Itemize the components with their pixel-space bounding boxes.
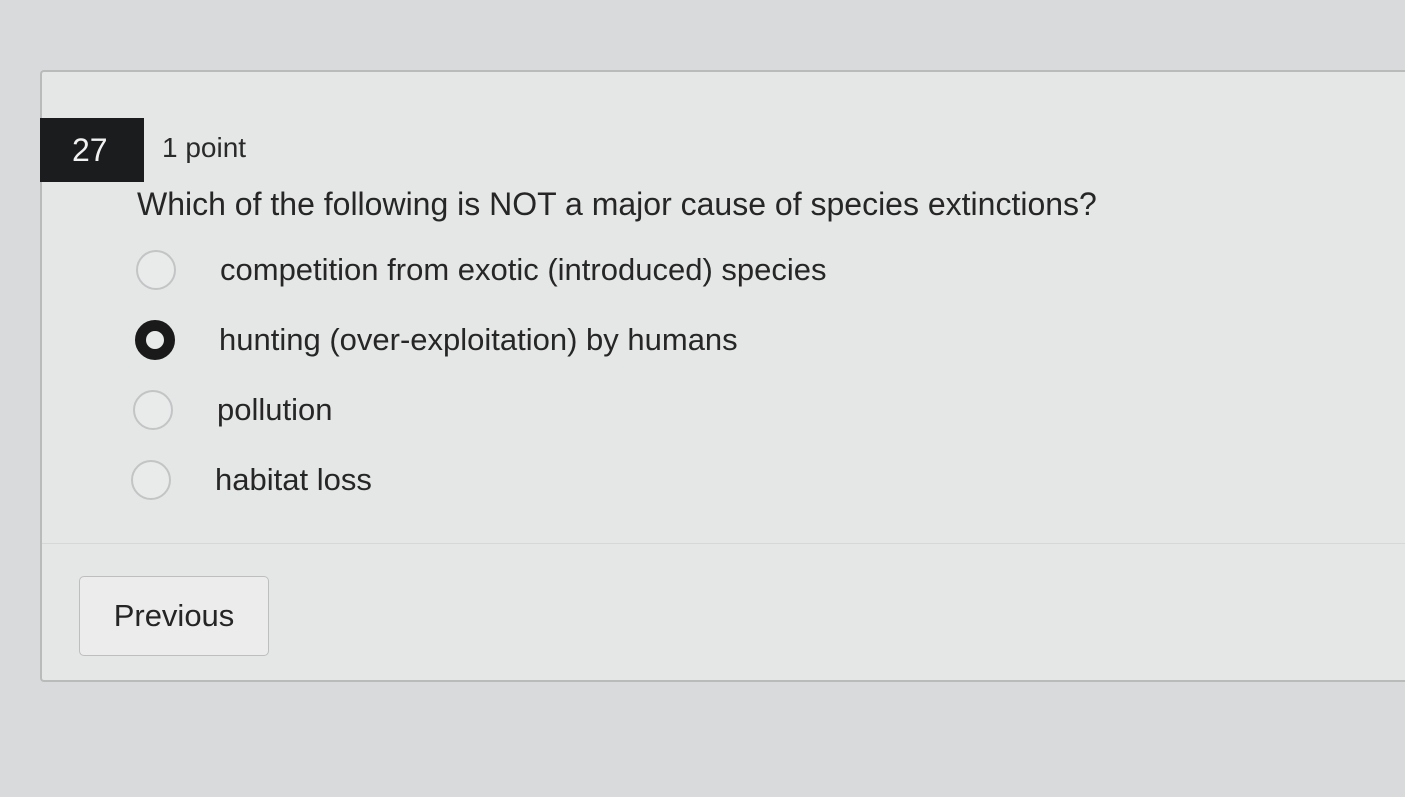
answer-option-3[interactable]: pollution [133, 385, 332, 435]
radio-button-selected[interactable] [135, 320, 175, 360]
divider [42, 543, 1405, 544]
radio-button[interactable] [136, 250, 176, 290]
question-number-badge: 27 [40, 118, 144, 182]
radio-button[interactable] [131, 460, 171, 500]
answer-option-4[interactable]: habitat loss [131, 455, 372, 505]
option-label: pollution [217, 392, 333, 427]
previous-button[interactable]: Previous [79, 576, 269, 656]
question-points: 1 point [162, 132, 247, 163]
option-label: competition from exotic (introduced) spe… [220, 252, 827, 287]
answer-option-1[interactable]: competition from exotic (introduced) spe… [136, 245, 826, 295]
option-label: hunting (over-exploitation) by humans [219, 322, 738, 357]
radio-button[interactable] [133, 390, 173, 430]
question-text: Which of the following is NOT a major ca… [137, 186, 1097, 222]
option-label: habitat loss [215, 462, 372, 497]
answer-option-2[interactable]: hunting (over-exploitation) by humans [135, 315, 738, 365]
